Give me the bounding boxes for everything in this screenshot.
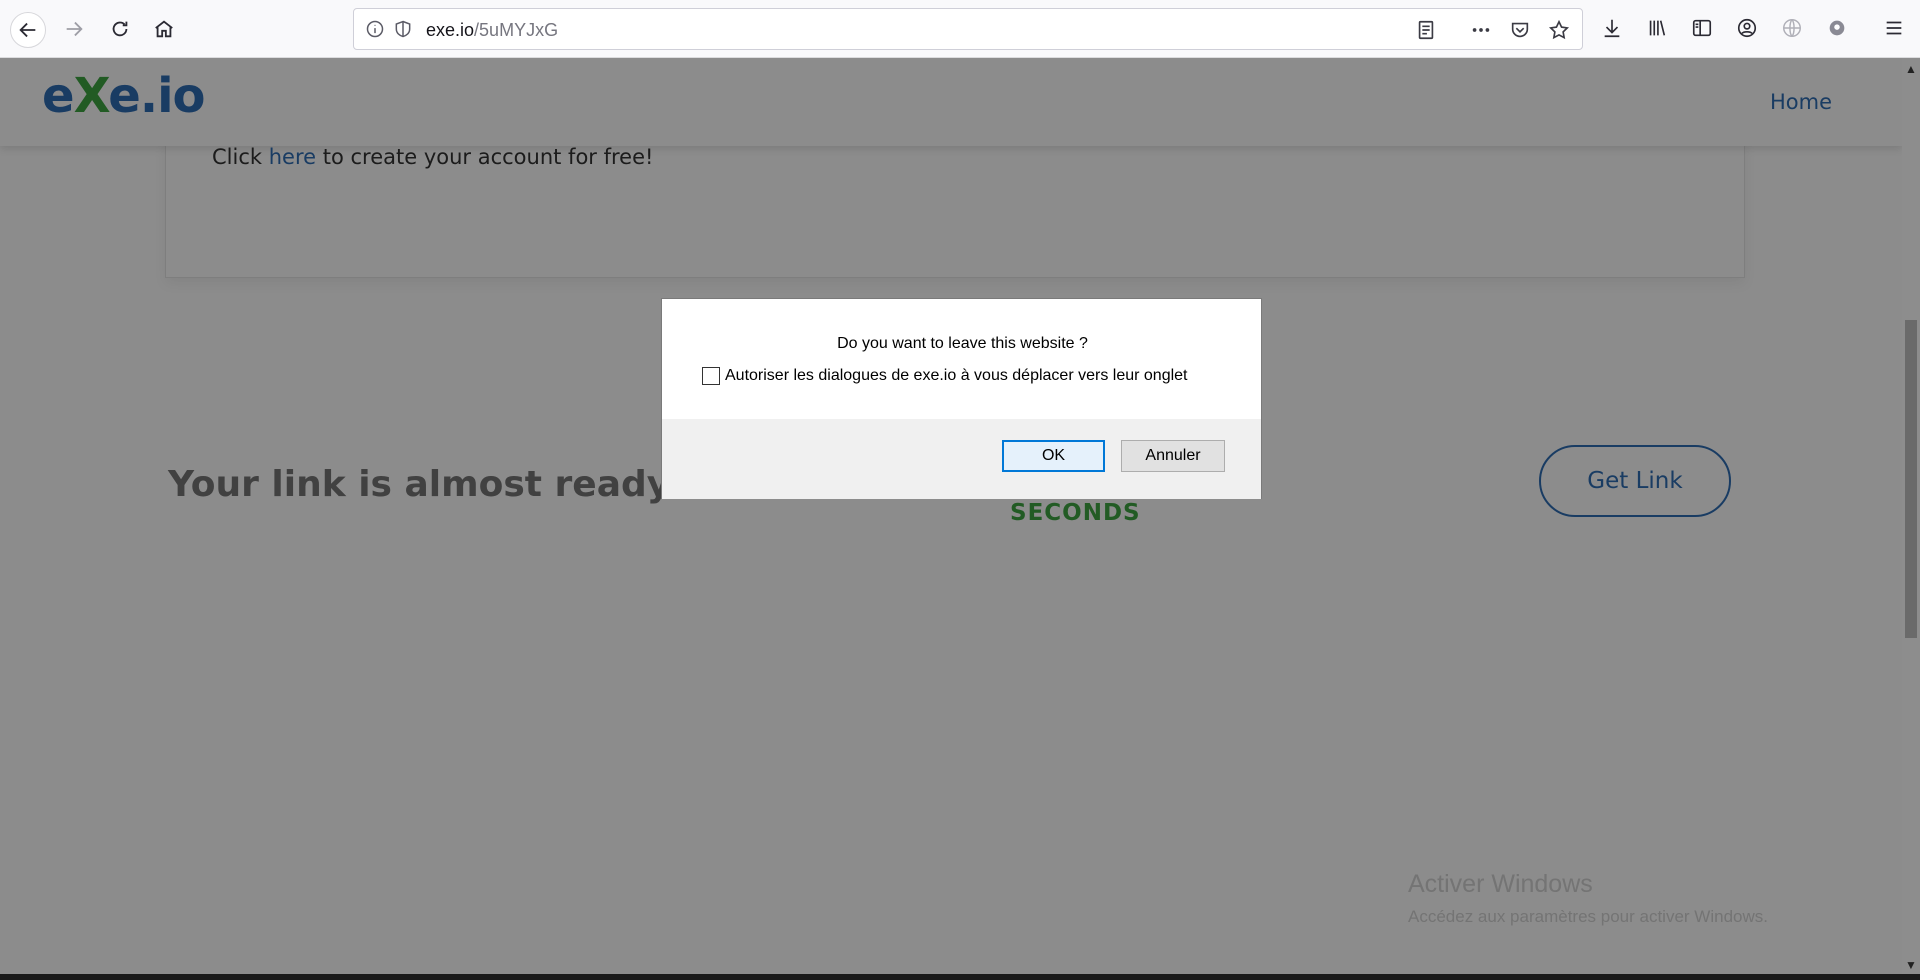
modal-overlay xyxy=(0,58,1902,974)
more-actions-icon[interactable] xyxy=(1468,18,1494,42)
url-host: exe.io xyxy=(426,20,475,40)
library-icon[interactable] xyxy=(1643,14,1671,42)
scroll-up-arrow-icon[interactable]: ▲ xyxy=(1902,62,1920,76)
arrow-right-icon xyxy=(66,21,83,37)
forward-button[interactable] xyxy=(58,13,90,45)
dialog-checkbox-row[interactable]: Autoriser les dialogues de exe.io à vous… xyxy=(702,367,1188,385)
reload-icon xyxy=(112,21,128,37)
globe-icon[interactable] xyxy=(1778,14,1806,42)
url-text[interactable]: exe.io/5uMYJxG xyxy=(426,20,558,41)
info-icon[interactable] xyxy=(364,18,386,40)
dialog-message: Do you want to leave this website ? xyxy=(837,335,1088,352)
home-button[interactable] xyxy=(148,13,180,45)
url-bar[interactable]: exe.io/5uMYJxG xyxy=(353,8,1583,50)
cancel-button[interactable]: Annuler xyxy=(1121,440,1225,472)
scroll-down-arrow-icon[interactable]: ▼ xyxy=(1902,958,1920,972)
dialog-footer: OK Annuler xyxy=(662,419,1261,499)
bookmark-star-icon[interactable] xyxy=(1546,18,1572,42)
window-bottom-edge xyxy=(0,974,1920,980)
downloads-icon[interactable] xyxy=(1598,14,1626,42)
url-path: /5uMYJxG xyxy=(474,20,559,40)
account-icon[interactable] xyxy=(1733,14,1761,42)
back-button[interactable] xyxy=(10,12,46,48)
scroll-thumb[interactable] xyxy=(1905,320,1917,638)
tracking-shield-icon[interactable] xyxy=(392,18,414,40)
arrow-left-icon xyxy=(19,22,36,38)
reader-view-icon[interactable] xyxy=(1413,18,1439,42)
pocket-icon[interactable] xyxy=(1507,18,1533,42)
menu-icon[interactable] xyxy=(1880,14,1908,42)
browser-toolbar: exe.io/5uMYJxG xyxy=(0,0,1920,58)
allow-dialogs-checkbox[interactable] xyxy=(702,367,720,385)
reload-button[interactable] xyxy=(104,13,136,45)
extension-icon[interactable] xyxy=(1823,14,1851,42)
leave-site-dialog: Do you want to leave this website ? Auto… xyxy=(661,298,1262,499)
sidebar-icon[interactable] xyxy=(1688,14,1716,42)
allow-dialogs-label[interactable]: Autoriser les dialogues de exe.io à vous… xyxy=(725,367,1188,385)
ok-button[interactable]: OK xyxy=(1002,440,1105,472)
page-scrollbar[interactable]: ▲ ▼ xyxy=(1902,58,1920,974)
home-icon xyxy=(155,20,173,38)
